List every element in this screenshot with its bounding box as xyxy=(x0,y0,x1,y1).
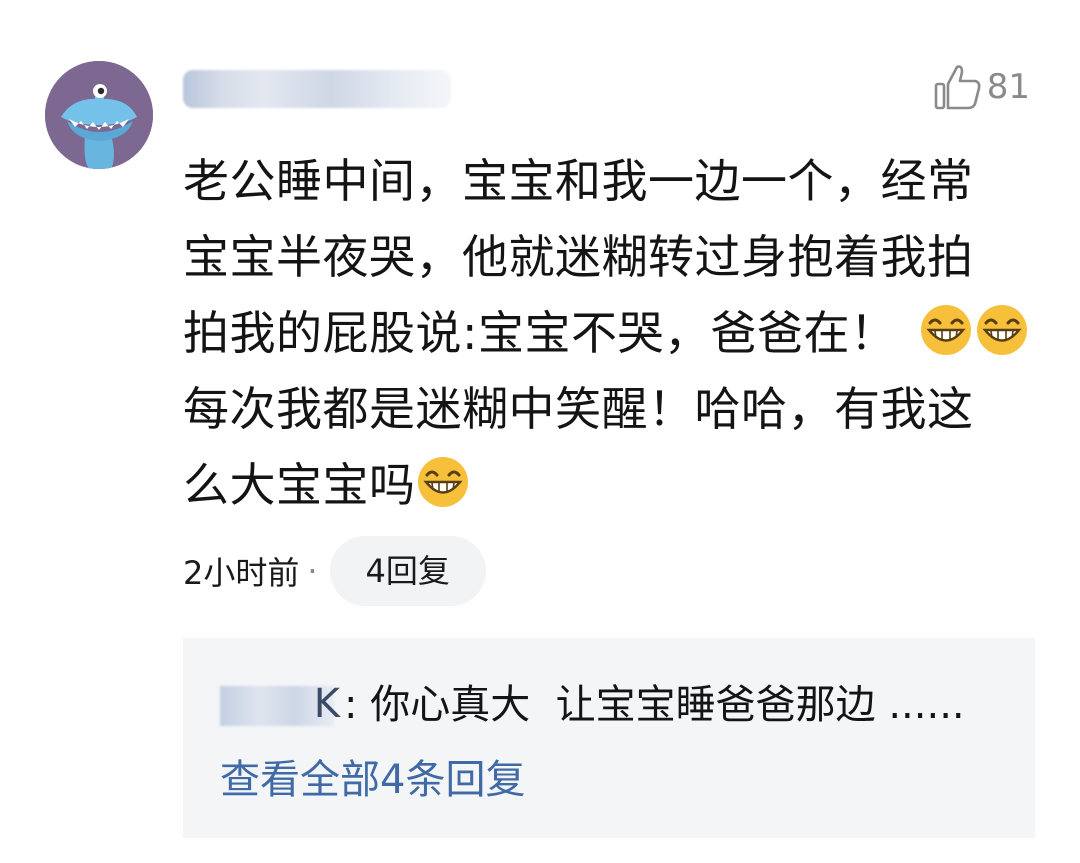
reply-preview-text: 你心真大 让宝宝睡爸爸那边 ...... xyxy=(357,682,965,728)
comment-body: 老公睡中间，宝宝和我一边一个，经常 宝宝半夜哭，他就迷糊转过身抱着我拍 拍我的屁… xyxy=(183,143,1043,523)
comment-line: 么大宝宝吗 xyxy=(183,447,1043,523)
laughing-emoji-icon xyxy=(417,457,468,507)
comment-meta: 2小时前 · 4回复 xyxy=(183,536,486,606)
user-avatar[interactable] xyxy=(45,61,153,169)
thumbs-up-icon xyxy=(934,65,981,110)
comment-line: 每次我都是迷糊中笑醒！哈哈，有我这 xyxy=(183,371,1043,447)
reply-username-tail: K xyxy=(313,681,340,727)
laughing-emoji-icon xyxy=(976,305,1027,355)
comment-text: 拍我的屁股说:宝宝不哭，爸爸在！ xyxy=(183,306,897,360)
comment-text: 么大宝宝吗 xyxy=(183,458,416,512)
reply-separator: : xyxy=(344,682,358,728)
like-count: 81 xyxy=(986,67,1030,107)
meta-separator: · xyxy=(307,552,318,590)
reply-username[interactable]: K xyxy=(220,681,340,727)
comment-text: 宝宝半夜哭，他就迷糊转过身抱着我拍 xyxy=(183,230,974,284)
reply-preview-box[interactable]: K : 你心真大 让宝宝睡爸爸那边 ...... 查看全部4条回复 xyxy=(183,638,1035,838)
username-blur xyxy=(183,70,451,108)
comment-text: 每次我都是迷糊中笑醒！哈哈，有我这 xyxy=(183,382,974,436)
view-all-replies-link[interactable]: 查看全部4条回复 xyxy=(220,755,525,805)
reply-preview[interactable]: K : 你心真大 让宝宝睡爸爸那边 ...... xyxy=(220,680,965,730)
comment-line: 宝宝半夜哭，他就迷糊转过身抱着我拍 xyxy=(183,219,1043,295)
laughing-emoji-icon xyxy=(920,305,971,355)
comment-time: 2小时前 xyxy=(183,554,300,592)
comment-line: 拍我的屁股说:宝宝不哭，爸爸在！ xyxy=(183,295,1043,371)
reply-count-button[interactable]: 4回复 xyxy=(329,536,486,606)
comment-line: 老公睡中间，宝宝和我一边一个，经常 xyxy=(183,143,1043,219)
username[interactable] xyxy=(183,70,451,108)
monster-avatar-icon xyxy=(45,61,153,169)
comment-text: 老公睡中间，宝宝和我一边一个，经常 xyxy=(183,154,974,208)
like-button[interactable]: 81 xyxy=(933,60,1030,114)
